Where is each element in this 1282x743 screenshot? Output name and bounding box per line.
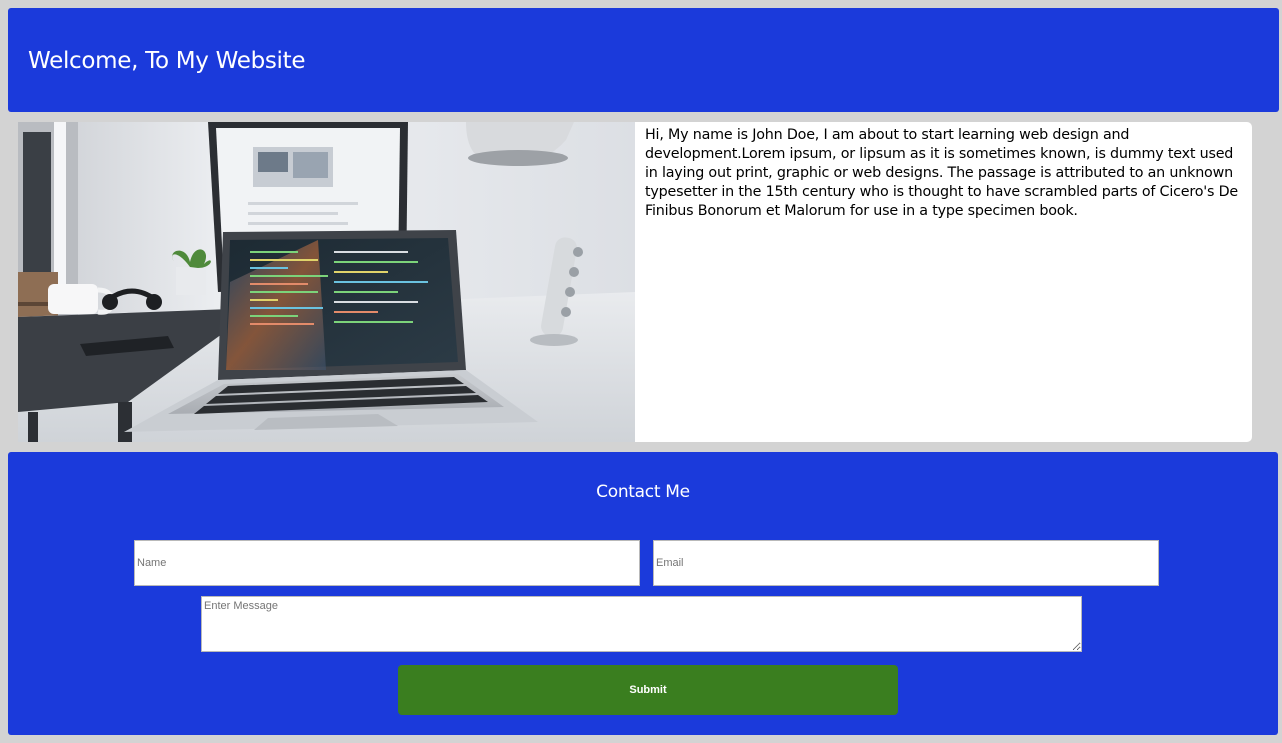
laptop-desk-image — [18, 122, 635, 442]
page-title: Welcome, To My Website — [28, 48, 306, 74]
message-field[interactable] — [201, 596, 1082, 652]
email-field[interactable] — [653, 540, 1159, 586]
intro-text: Hi, My name is John Doe, I am about to s… — [645, 127, 1238, 219]
submit-button[interactable]: Submit — [398, 665, 898, 715]
about-section: Hi, My name is John Doe, I am about to s… — [18, 122, 1252, 442]
contact-heading: Contact Me — [596, 482, 690, 502]
name-field[interactable] — [134, 540, 640, 586]
contact-section: Contact Me Submit — [8, 452, 1278, 735]
site-header: Welcome, To My Website — [8, 8, 1279, 112]
